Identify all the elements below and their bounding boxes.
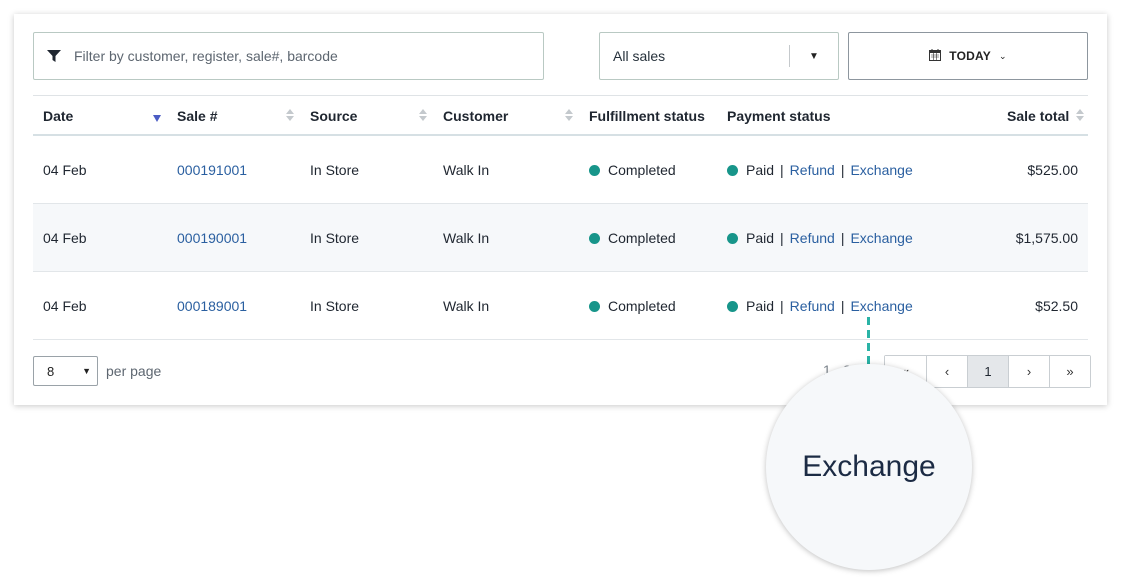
- per-page-label: per page: [106, 363, 162, 379]
- filter-input[interactable]: [74, 33, 543, 79]
- date-cell: 04 Feb: [43, 230, 87, 246]
- last-page-button[interactable]: »: [1049, 356, 1090, 387]
- fulfillment-status: Completed: [589, 136, 676, 204]
- table-row[interactable]: 04 Feb 000190001 In Store Walk In Comple…: [33, 204, 1088, 272]
- sale-total-cell: $1,575.00: [1015, 230, 1078, 246]
- table-row[interactable]: 04 Feb 000189001 In Store Walk In Comple…: [33, 272, 1088, 340]
- exchange-link[interactable]: Exchange: [850, 298, 912, 314]
- sale-total-cell: $52.50: [1035, 298, 1078, 314]
- date-cell: 04 Feb: [43, 162, 87, 178]
- filter-icon: [34, 49, 74, 63]
- refund-link[interactable]: Refund: [790, 298, 835, 314]
- column-header-date[interactable]: Date: [43, 96, 73, 135]
- column-header-source[interactable]: Source: [310, 96, 357, 135]
- callout-magnifier: Exchange: [766, 364, 972, 570]
- next-page-button[interactable]: ›: [1008, 356, 1049, 387]
- sale-number-link[interactable]: 000190001: [177, 204, 247, 272]
- sort-icon[interactable]: [1076, 109, 1084, 123]
- status-dot-icon: [589, 300, 600, 312]
- sort-icon[interactable]: [565, 109, 573, 123]
- table-header: Date Sale # Source Customer Fulfillment …: [33, 95, 1088, 136]
- column-header-sale[interactable]: Sale #: [177, 96, 217, 135]
- separator: |: [840, 298, 845, 314]
- sort-icon[interactable]: [419, 109, 427, 123]
- source-cell: In Store: [310, 298, 360, 314]
- sort-icon[interactable]: [286, 109, 294, 123]
- select-caret-icon: ▼: [82, 366, 91, 376]
- payment-label: Paid: [746, 298, 775, 314]
- column-header-payment: Payment status: [727, 107, 831, 124]
- sale-number-link[interactable]: 000189001: [177, 272, 247, 340]
- calendar-icon: [929, 48, 942, 64]
- payment-label: Paid: [746, 162, 775, 178]
- payment-status: Paid | Refund | Exchange: [727, 204, 913, 272]
- exchange-link[interactable]: Exchange: [850, 162, 912, 178]
- filter-field[interactable]: [33, 32, 544, 80]
- chevron-down-icon: ⌄: [998, 50, 1007, 61]
- column-header-fulfillment: Fulfillment status: [589, 107, 705, 124]
- column-header-customer[interactable]: Customer: [443, 96, 508, 135]
- source-cell: In Store: [310, 230, 360, 246]
- sales-type-select[interactable]: All sales ▼: [599, 32, 839, 80]
- status-dot-icon: [727, 300, 738, 312]
- fulfillment-status: Completed: [589, 272, 676, 340]
- page-button-current[interactable]: 1: [967, 356, 1008, 387]
- payment-status: Paid | Refund | Exchange: [727, 272, 913, 340]
- separator: |: [840, 162, 845, 178]
- date-range-button[interactable]: TODAY ⌄: [848, 32, 1088, 80]
- date-cell: 04 Feb: [43, 298, 87, 314]
- separator: |: [840, 230, 845, 246]
- per-page-select[interactable]: 8 ▼: [33, 356, 98, 386]
- payment-status: Paid | Refund | Exchange: [727, 136, 913, 204]
- status-dot-icon: [727, 232, 738, 244]
- status-dot-icon: [589, 232, 600, 244]
- status-dot-icon: [589, 164, 600, 176]
- separator: |: [780, 298, 784, 314]
- fulfillment-status: Completed: [589, 204, 676, 272]
- separator: |: [780, 162, 784, 178]
- sort-desc-icon[interactable]: [153, 115, 161, 122]
- sale-total-cell: $525.00: [1027, 162, 1078, 178]
- per-page-control: 8 ▼ per page: [33, 356, 161, 386]
- customer-cell: Walk In: [443, 230, 490, 246]
- column-header-total[interactable]: Sale total: [1007, 96, 1069, 135]
- exchange-link[interactable]: Exchange: [850, 230, 912, 246]
- refund-link[interactable]: Refund: [790, 230, 835, 246]
- sale-number-link[interactable]: 000191001: [177, 136, 247, 204]
- customer-cell: Walk In: [443, 298, 490, 314]
- payment-label: Paid: [746, 230, 775, 246]
- table-row[interactable]: 04 Feb 000191001 In Store Walk In Comple…: [33, 136, 1088, 204]
- callout-text: Exchange: [802, 450, 936, 483]
- source-cell: In Store: [310, 162, 360, 178]
- sales-type-value: All sales: [613, 48, 666, 64]
- customer-cell: Walk In: [443, 162, 490, 178]
- status-dot-icon: [727, 164, 738, 176]
- date-range-label: TODAY: [949, 49, 991, 63]
- sales-table: Date Sale # Source Customer Fulfillment …: [33, 95, 1088, 340]
- select-caret-icon[interactable]: ▼: [790, 51, 838, 62]
- prev-page-button[interactable]: ‹: [926, 356, 967, 387]
- sales-card: All sales ▼ TODAY ⌄ Date Sale # Source C…: [14, 14, 1107, 405]
- refund-link[interactable]: Refund: [790, 162, 835, 178]
- separator: |: [780, 230, 784, 246]
